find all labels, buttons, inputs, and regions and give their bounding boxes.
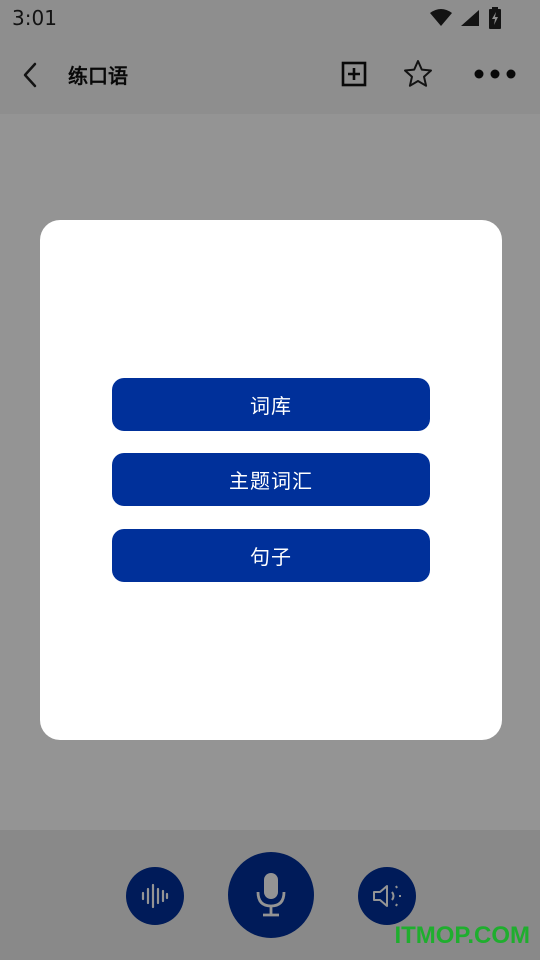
category-dialog: 词库 主题词汇 句子 — [40, 220, 502, 740]
app-screen: 3:01 练口语 词库 主题词汇 句子 ITMOP.COM — [0, 0, 540, 960]
topic-words-button[interactable]: 主题词汇 — [112, 453, 430, 506]
vocabulary-button[interactable]: 词库 — [112, 378, 430, 431]
sentences-button[interactable]: 句子 — [112, 529, 430, 582]
watermark: ITMOP.COM — [394, 922, 530, 949]
